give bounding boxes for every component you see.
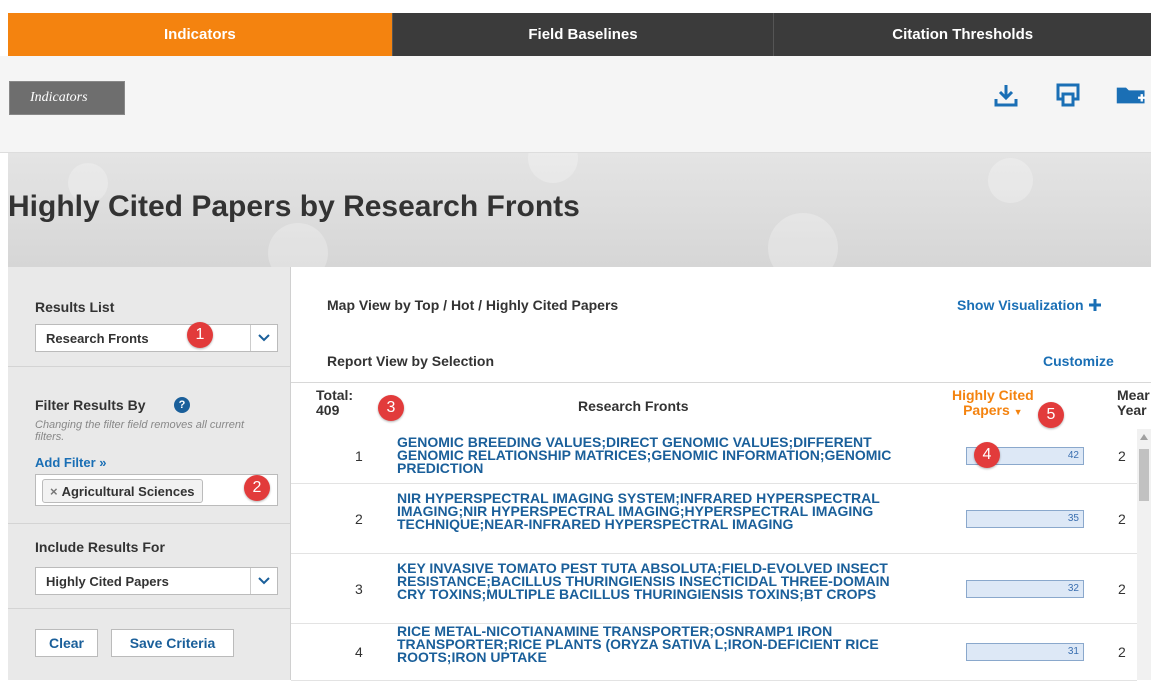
- research-front-link[interactable]: GENOMIC BREEDING VALUES;DIRECT GENOMIC V…: [397, 435, 917, 475]
- row-number: 4: [355, 644, 363, 660]
- active-filters-box: × Agricultural Sciences: [35, 474, 278, 506]
- save-criteria-button[interactable]: Save Criteria: [111, 629, 234, 657]
- table-row[interactable]: 3 KEY INVASIVE TOMATO PEST TUTA ABSOLUTA;…: [291, 554, 1137, 624]
- clear-button[interactable]: Clear: [35, 629, 98, 657]
- tab-field-baselines[interactable]: Field Baselines: [393, 13, 775, 56]
- top-tab-bar: Indicators Field Baselines Citation Thre…: [0, 0, 1151, 56]
- total-label: Total:: [316, 387, 354, 403]
- filter-chip-agricultural-sciences[interactable]: × Agricultural Sciences: [42, 479, 203, 503]
- add-filter-link[interactable]: Add Filter »: [35, 455, 107, 470]
- add-folder-icon[interactable]: [1114, 78, 1151, 112]
- download-icon[interactable]: [989, 78, 1023, 112]
- include-results-select[interactable]: Highly Cited Papers: [35, 567, 278, 595]
- show-visualization-button[interactable]: Show Visualization: [957, 297, 1102, 313]
- callout-badge-4: 4: [974, 442, 1000, 468]
- help-icon[interactable]: ?: [174, 397, 190, 413]
- callout-badge-1: 1: [187, 322, 213, 348]
- callout-badge-2: 2: [244, 475, 270, 501]
- include-section: Include Results For Highly Cited Papers: [8, 524, 290, 609]
- filter-chip-label: Agricultural Sciences: [61, 483, 195, 499]
- mean-year-value: 2: [1118, 448, 1126, 464]
- column-header-research-fronts[interactable]: Research Fronts: [578, 398, 688, 414]
- row-number: 2: [355, 510, 363, 527]
- print-icon[interactable]: [1051, 78, 1085, 112]
- row-number: 3: [355, 580, 363, 597]
- filter-sidebar: Results List Research Fronts 1 Filter Re…: [8, 267, 291, 680]
- column-header-highly-cited-papers[interactable]: Highly Cited Papers ▼: [952, 388, 1034, 420]
- research-front-link[interactable]: NIR HYPERSPECTRAL IMAGING SYSTEM;INFRARE…: [397, 491, 917, 531]
- column-header-mean-year[interactable]: Mear Year: [1117, 388, 1151, 418]
- results-list-value: Research Fronts: [46, 330, 149, 346]
- hcp-value: 35: [1067, 512, 1079, 524]
- hcp-value: 32: [1067, 582, 1079, 594]
- hcp-bar: 32: [966, 579, 1084, 598]
- results-list-title: Results List: [35, 299, 115, 315]
- total-count: Total: 409: [316, 388, 353, 418]
- toolbar: Indicators: [0, 56, 1151, 153]
- report-view-row: Report View by Selection Customize: [291, 349, 1151, 373]
- hcp-header-line1: Highly Cited: [952, 387, 1034, 403]
- plus-icon: [1088, 299, 1101, 311]
- hcp-header-line2: Papers ▼: [963, 402, 1023, 418]
- chevron-down-icon: [250, 325, 277, 351]
- table-row[interactable]: 2 NIR HYPERSPECTRAL IMAGING SYSTEM;INFRAR…: [291, 484, 1137, 554]
- row-number: 1: [355, 448, 363, 464]
- mean-year-value: 2: [1118, 510, 1126, 527]
- total-value: 409: [316, 402, 340, 418]
- include-results-value: Highly Cited Papers: [46, 573, 169, 589]
- tab-indicators[interactable]: Indicators: [8, 13, 393, 56]
- sort-desc-icon: ▼: [1013, 407, 1023, 417]
- callout-badge-5: 5: [1038, 402, 1064, 428]
- tabs-container: Indicators Field Baselines Citation Thre…: [8, 13, 1151, 56]
- hcp-bar: 35: [966, 509, 1084, 528]
- table-scrollbar[interactable]: [1137, 429, 1151, 680]
- filter-title: Filter Results By: [35, 397, 146, 413]
- chevron-down-icon: [250, 568, 277, 594]
- tab-citation-thresholds[interactable]: Citation Thresholds: [774, 13, 1151, 56]
- page-title: Highly Cited Papers by Research Fronts: [8, 190, 580, 223]
- hcp-bar: 31: [966, 643, 1084, 661]
- results-list-section: Results List Research Fronts 1: [8, 267, 290, 367]
- report-view-label: Report View by Selection: [327, 353, 495, 369]
- mean-year-value: 2: [1118, 644, 1126, 660]
- remove-filter-icon[interactable]: ×: [50, 484, 58, 499]
- research-front-link[interactable]: RICE METAL-NICOTIANAMINE TRANSPORTER;OSN…: [397, 624, 917, 664]
- results-panel: Map View by Top / Hot / Highly Cited Pap…: [291, 267, 1151, 681]
- breadcrumb-indicators[interactable]: Indicators: [9, 81, 125, 115]
- customize-link[interactable]: Customize: [1043, 353, 1114, 369]
- research-front-link[interactable]: KEY INVASIVE TOMATO PEST TUTA ABSOLUTA;F…: [397, 561, 917, 601]
- mean-year-value: 2: [1118, 580, 1126, 597]
- hcp-value: 42: [1067, 450, 1079, 461]
- table-header: Total: 409 3 Research Fronts Highly Cite…: [291, 382, 1151, 429]
- show-visualization-label: Show Visualization: [957, 297, 1084, 313]
- map-view-label[interactable]: Map View by Top / Hot / Highly Cited Pap…: [327, 297, 618, 313]
- callout-badge-3: 3: [378, 395, 404, 421]
- table-row[interactable]: 1 GENOMIC BREEDING VALUES;DIRECT GENOMIC …: [291, 429, 1137, 484]
- hcp-value: 31: [1067, 646, 1079, 657]
- include-title: Include Results For: [35, 539, 165, 555]
- table-row[interactable]: 4 RICE METAL-NICOTIANAMINE TRANSPORTER;OS…: [291, 624, 1137, 681]
- mean-header-line2: Year: [1117, 402, 1147, 418]
- mean-header-line1: Mear: [1117, 388, 1150, 403]
- scrollbar-thumb[interactable]: [1139, 449, 1149, 501]
- map-view-row: Map View by Top / Hot / Highly Cited Pap…: [291, 293, 1151, 317]
- results-list-select[interactable]: Research Fronts: [35, 324, 278, 352]
- filter-note: Changing the filter field removes all cu…: [35, 419, 245, 443]
